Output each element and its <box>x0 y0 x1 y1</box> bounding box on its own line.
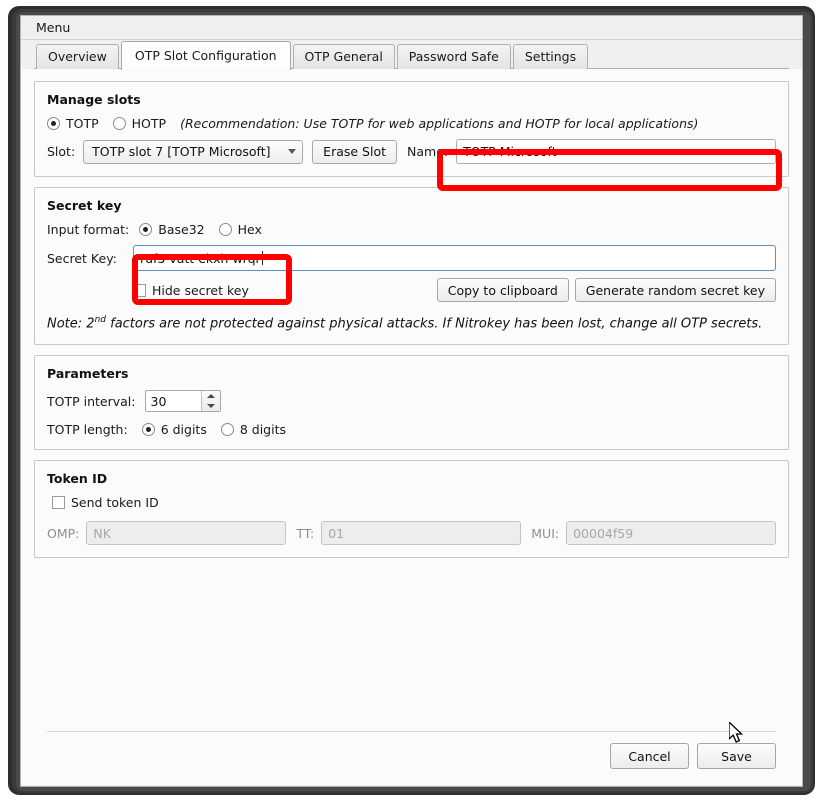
generate-random-secret-key-button[interactable]: Generate random secret key <box>575 278 776 302</box>
radio-6-digits[interactable]: 6 digits <box>142 422 207 437</box>
recommendation-text: (Recommendation: Use TOTP for web applic… <box>180 116 698 131</box>
checkbox-hide-secret-key-indicator <box>133 284 146 297</box>
slot-label: Slot: <box>47 144 75 159</box>
stepper-up-icon[interactable] <box>202 391 220 401</box>
totp-interval-value: 30 <box>146 391 201 411</box>
radio-base32-label: Base32 <box>158 222 204 237</box>
tab-bar: Overview OTP Slot Configuration OTP Gene… <box>21 40 802 69</box>
tt-input[interactable]: 01 <box>321 521 521 545</box>
stepper-down-icon[interactable] <box>202 401 220 411</box>
screenshot-root: Menu Overview OTP Slot Configuration OTP… <box>0 0 823 802</box>
checkbox-send-token-id[interactable]: Send token ID <box>52 495 159 510</box>
secret-key-input[interactable]: ruf5 vatt ekxh wrqr <box>133 245 776 271</box>
radio-hotp[interactable]: HOTP <box>113 116 166 131</box>
name-input[interactable]: TOTP Microsoft <box>456 139 776 164</box>
manage-slots-title: Manage slots <box>47 92 776 107</box>
radio-hotp-indicator <box>113 117 126 130</box>
manage-slots-group: Manage slots TOTP HOTP (Recommendation: … <box>34 81 789 177</box>
erase-slot-button[interactable]: Erase Slot <box>312 140 397 164</box>
tt-label: TT: <box>296 526 314 541</box>
radio-base32-indicator <box>139 223 152 236</box>
parameters-group: Parameters TOTP interval: 30 TOTP length… <box>34 355 789 450</box>
tab-content-otp-slot-configuration: Manage slots TOTP HOTP (Recommendation: … <box>21 69 802 785</box>
tab-overview[interactable]: Overview <box>36 44 119 69</box>
secret-key-row: Secret Key: ruf5 vatt ekxh wrqr <box>47 245 776 271</box>
omp-label: OMP: <box>47 526 79 541</box>
totp-interval-label: TOTP interval: <box>47 394 136 409</box>
checkbox-hide-secret-key-label: Hide secret key <box>152 283 249 298</box>
tab-settings[interactable]: Settings <box>513 44 588 69</box>
secret-key-note: Note: 2nd factors are not protected agai… <box>47 312 776 332</box>
chevron-down-icon <box>288 149 296 154</box>
checkbox-send-token-id-label: Send token ID <box>71 495 159 510</box>
footer-divider <box>47 731 776 732</box>
radio-totp[interactable]: TOTP <box>47 116 99 131</box>
application-window: Menu Overview OTP Slot Configuration OTP… <box>20 15 803 787</box>
save-button[interactable]: Save <box>697 743 776 769</box>
secret-key-label: Secret Key: <box>47 251 125 266</box>
secret-key-title: Secret key <box>47 198 776 213</box>
slot-select[interactable]: TOTP slot 7 [TOTP Microsoft] <box>83 140 303 164</box>
mui-label: MUI: <box>531 526 559 541</box>
radio-base32[interactable]: Base32 <box>139 222 204 237</box>
token-id-title: Token ID <box>47 471 776 486</box>
radio-6-digits-label: 6 digits <box>161 422 207 437</box>
slot-select-value: TOTP slot 7 [TOTP Microsoft] <box>92 144 270 159</box>
mui-input[interactable]: 00004f59 <box>566 521 776 545</box>
totp-interval-arrows[interactable] <box>201 391 220 411</box>
token-id-fields-row: OMP: NK TT: 01 MUI: 00004f59 <box>47 521 776 545</box>
totp-length-row: TOTP length: 6 digits 8 digits <box>47 422 776 437</box>
note-prefix: Note: 2 <box>47 316 95 331</box>
totp-interval-stepper[interactable]: 30 <box>145 390 221 412</box>
omp-input[interactable]: NK <box>86 521 286 545</box>
radio-hex-label: Hex <box>238 222 262 237</box>
secret-key-value: ruf5 vatt ekxh wrqr <box>140 251 261 266</box>
footer-buttons: Cancel Save <box>610 743 776 769</box>
name-label: Name: <box>407 144 448 159</box>
radio-totp-indicator <box>47 117 60 130</box>
parameters-title: Parameters <box>47 366 776 381</box>
radio-8-digits-label: 8 digits <box>240 422 286 437</box>
totp-interval-row: TOTP interval: 30 <box>47 390 776 412</box>
token-id-group: Token ID Send token ID OMP: NK TT: 01 MU… <box>34 460 789 558</box>
radio-8-digits[interactable]: 8 digits <box>221 422 286 437</box>
tab-otp-slot-configuration[interactable]: OTP Slot Configuration <box>121 41 291 70</box>
checkbox-hide-secret-key[interactable]: Hide secret key <box>133 283 249 298</box>
note-superscript: nd <box>95 315 106 325</box>
send-token-id-row: Send token ID <box>47 495 776 510</box>
input-format-row: Input format: Base32 Hex <box>47 222 776 237</box>
text-cursor <box>262 251 263 265</box>
slot-row: Slot: TOTP slot 7 [TOTP Microsoft] Erase… <box>47 139 776 164</box>
menu-item-menu[interactable]: Menu <box>30 18 76 37</box>
copy-to-clipboard-button[interactable]: Copy to clipboard <box>437 278 569 302</box>
radio-hex-indicator <box>219 223 232 236</box>
tab-otp-general[interactable]: OTP General <box>293 44 395 69</box>
checkbox-send-token-id-indicator <box>52 496 65 509</box>
tab-password-safe[interactable]: Password Safe <box>397 44 511 69</box>
radio-8-digits-indicator <box>221 423 234 436</box>
note-rest: factors are not protected against physic… <box>106 316 762 331</box>
secret-key-group: Secret key Input format: Base32 Hex Secr… <box>34 187 789 345</box>
input-format-label: Input format: <box>47 222 129 237</box>
menu-bar: Menu <box>21 16 802 40</box>
radio-6-digits-indicator <box>142 423 155 436</box>
otp-type-row: TOTP HOTP (Recommendation: Use TOTP for … <box>47 116 776 131</box>
secret-key-actions-row: Hide secret key Copy to clipboard Genera… <box>47 278 776 302</box>
radio-totp-label: TOTP <box>66 116 99 131</box>
totp-length-label: TOTP length: <box>47 422 128 437</box>
radio-hotp-label: HOTP <box>132 116 166 131</box>
radio-hex[interactable]: Hex <box>219 222 262 237</box>
cancel-button[interactable]: Cancel <box>610 743 689 769</box>
